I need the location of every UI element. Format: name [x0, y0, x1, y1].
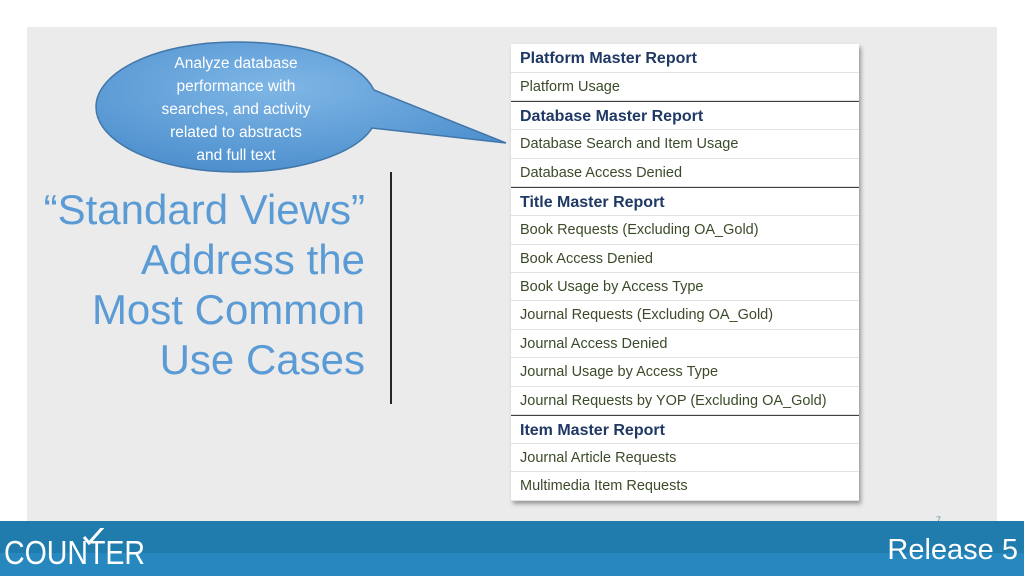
report-header-platform: Platform Master Report	[511, 44, 859, 73]
standard-view-row: Journal Access Denied	[511, 330, 859, 359]
report-header-database: Database Master Report	[511, 101, 859, 131]
callout-text: Analyze database performance with search…	[134, 52, 338, 167]
callout-bubble: Analyze database performance with search…	[94, 40, 507, 174]
vertical-divider	[390, 172, 392, 404]
report-header-item: Item Master Report	[511, 414, 859, 444]
title-line: Address the	[140, 236, 365, 283]
standard-view-row: Journal Article Requests	[511, 444, 859, 473]
callout-line: Analyze database	[174, 55, 298, 72]
title-line: Use Cases	[159, 336, 365, 383]
standard-view-row: Journal Requests (Excluding OA_Gold)	[511, 301, 859, 330]
report-table: Platform Master Report Platform Usage Da…	[511, 44, 859, 501]
slide-title: “Standard Views” Address the Most Common…	[30, 185, 365, 385]
standard-view-row: Database Access Denied	[511, 159, 859, 188]
callout-line: related to abstracts	[170, 124, 302, 141]
standard-view-row: Multimedia Item Requests	[511, 472, 859, 501]
footer-bar	[0, 521, 1024, 576]
standard-view-row: Journal Usage by Access Type	[511, 358, 859, 387]
footer-band	[0, 553, 1024, 576]
title-line: Most Common	[91, 286, 365, 333]
callout-line: and full text	[196, 147, 276, 164]
callout-line: searches, and activity	[161, 101, 311, 118]
standard-view-row: Book Access Denied	[511, 245, 859, 273]
standard-view-row: Database Search and Item Usage	[511, 130, 859, 159]
standard-view-row: Book Usage by Access Type	[511, 273, 859, 302]
standard-view-row: Journal Requests by YOP (Excluding OA_Go…	[511, 387, 859, 415]
report-header-title: Title Master Report	[511, 187, 859, 217]
title-line: “Standard Views”	[43, 186, 365, 233]
standard-view-row: Book Requests (Excluding OA_Gold)	[511, 216, 859, 245]
callout-line: performance with	[176, 78, 296, 95]
logo-text: COUNTER	[4, 534, 145, 571]
release-label: Release 5	[887, 534, 1018, 566]
counter-logo: COUNTER	[4, 528, 145, 571]
standard-view-row: Platform Usage	[511, 73, 859, 102]
